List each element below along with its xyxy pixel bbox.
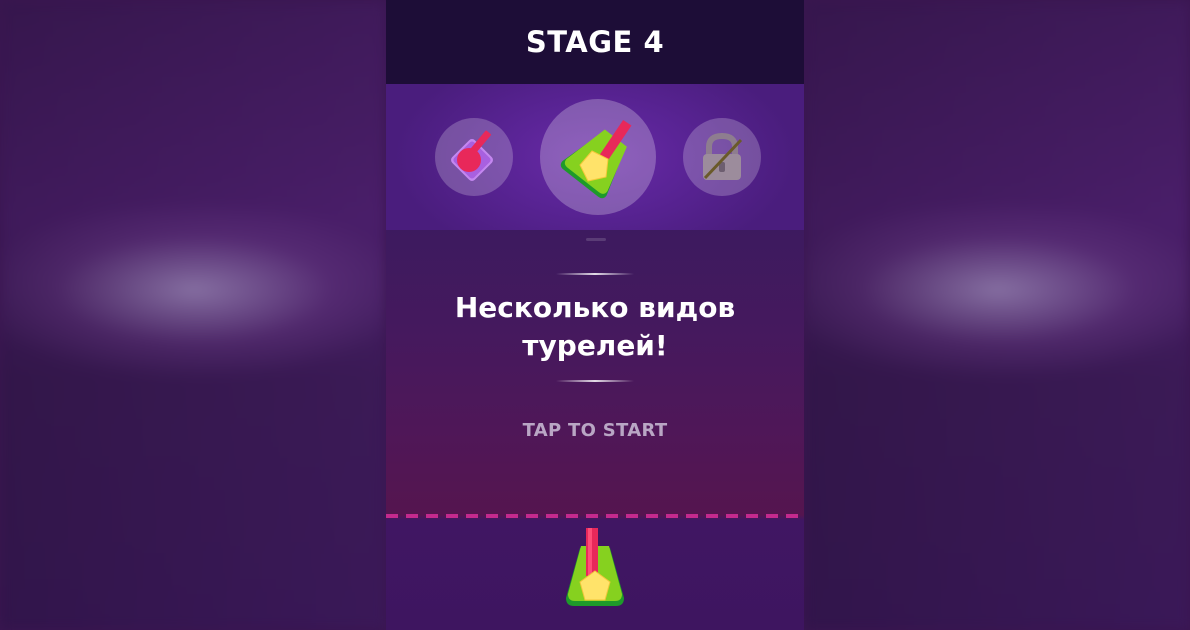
turret-option-round[interactable] — [435, 118, 513, 196]
game-screen[interactable]: STAGE 4 Несколько видов турелей! TAP TO … — [386, 0, 804, 630]
strip-marker — [586, 238, 606, 241]
message-line-2: турелей! — [522, 329, 668, 362]
tap-to-start-prompt[interactable]: TAP TO START — [386, 420, 804, 441]
lock-icon — [703, 132, 743, 180]
turret-option-pentagon-selected[interactable] — [540, 99, 656, 215]
player-turret[interactable] — [560, 526, 630, 614]
divider-bottom — [556, 380, 634, 382]
round-turret-icon — [451, 130, 493, 181]
turret-option-locked[interactable] — [683, 118, 761, 196]
turret-selector — [386, 84, 804, 230]
blurred-backdrop-left — [0, 0, 386, 630]
stage-title: STAGE 4 — [525, 25, 665, 59]
divider-top — [556, 273, 634, 275]
info-message: Несколько видов турелей! — [386, 289, 804, 365]
player-turret-icon — [566, 528, 624, 606]
pentagon-turret-icon — [560, 119, 632, 199]
stage-header: STAGE 4 — [386, 0, 804, 84]
defense-line — [386, 514, 804, 518]
message-line-1: Несколько видов — [454, 291, 736, 324]
blurred-backdrop-right — [804, 0, 1190, 630]
